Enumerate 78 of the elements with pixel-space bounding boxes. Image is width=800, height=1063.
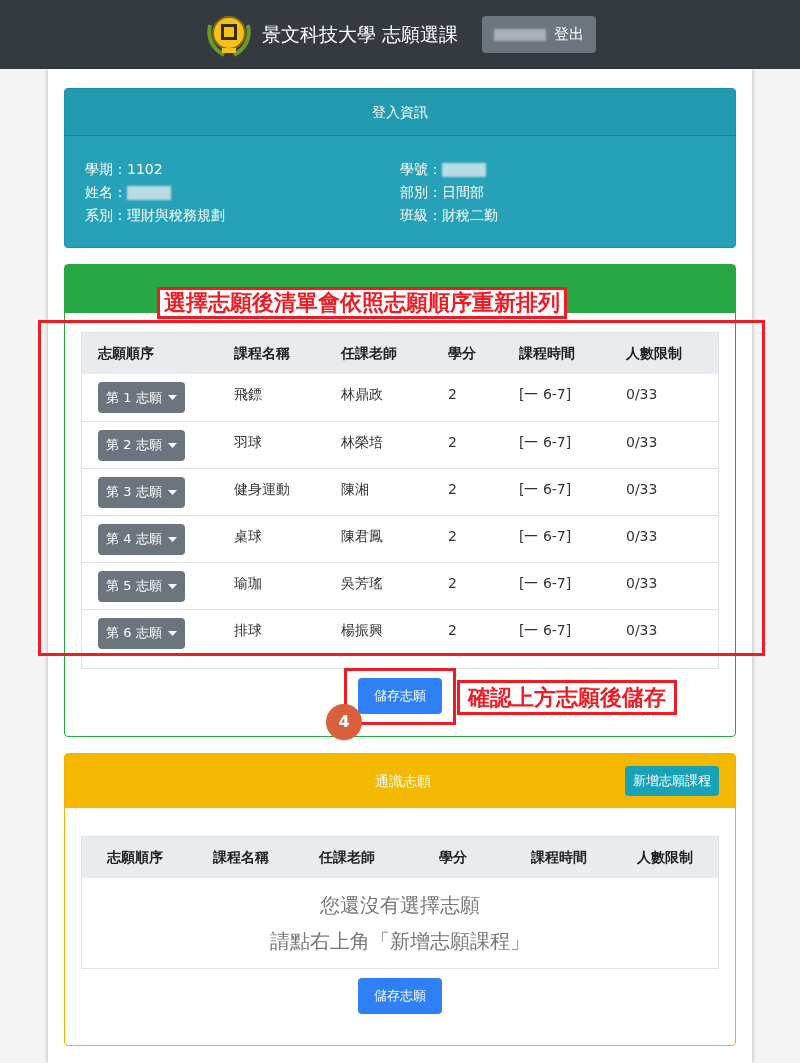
column-header: 志願順序 bbox=[106, 848, 164, 867]
caret-icon bbox=[167, 630, 177, 636]
save-button[interactable]: 儲存志願 bbox=[358, 978, 442, 1014]
column-header: 任課老師 bbox=[341, 344, 398, 363]
table-cell-text: 0/33 bbox=[626, 385, 659, 404]
caret-icon bbox=[167, 536, 177, 542]
column-header: 學分 bbox=[448, 344, 477, 363]
table-cell-text: 瑜珈 bbox=[234, 574, 263, 593]
annotation-label: 確認上方志願後儲存 bbox=[457, 680, 677, 715]
order-dropdown[interactable]: 第 4 志願 bbox=[98, 523, 185, 555]
field-label: 學號： bbox=[400, 160, 442, 179]
column-header: 課程名稱 bbox=[212, 848, 270, 867]
table-cell-text: 楊振興 bbox=[341, 621, 384, 640]
redacted-value bbox=[127, 185, 171, 200]
add-course-button[interactable]: 新增志願課程 bbox=[625, 766, 719, 796]
table-cell-text: 2 bbox=[448, 480, 458, 499]
order-dropdown[interactable]: 第 6 志願 bbox=[98, 617, 185, 649]
field-label: 部別： bbox=[400, 183, 442, 202]
caret-icon bbox=[167, 442, 177, 448]
table-cell-text: 桌球 bbox=[234, 527, 263, 546]
redacted-value bbox=[442, 162, 486, 177]
empty-message: 請點右上角「新增志願課程」 bbox=[270, 928, 530, 955]
table-cell-text: [一 6-7] bbox=[519, 385, 573, 404]
table-cell-text: 0/33 bbox=[626, 527, 659, 546]
card-title: 通識志願 bbox=[375, 771, 431, 791]
order-dropdown[interactable]: 第 1 志願 bbox=[98, 382, 185, 413]
field-value: 理財與稅務規劃 bbox=[127, 206, 225, 225]
annotation-label: 選擇志願後清單會依照志願順序重新排列 bbox=[157, 287, 567, 319]
table-cell-text: 羽球 bbox=[234, 433, 263, 452]
redacted-name bbox=[494, 28, 546, 41]
table-cell-text: [一 6-7] bbox=[519, 574, 573, 593]
field-value: 1102 bbox=[127, 160, 163, 179]
table-cell-text: 0/33 bbox=[626, 621, 659, 640]
caret-icon bbox=[167, 583, 177, 589]
table-cell-text: 2 bbox=[448, 621, 458, 640]
table-cell-text: 2 bbox=[448, 385, 458, 404]
logout-button[interactable]: 登出 bbox=[482, 16, 596, 53]
field-value: 財稅二勤 bbox=[442, 206, 498, 225]
table-cell-text: [一 6-7] bbox=[519, 480, 573, 499]
field-label: 班級： bbox=[400, 206, 442, 225]
table-cell-text: 2 bbox=[448, 574, 458, 593]
table-cell-text: 林榮培 bbox=[341, 433, 384, 452]
table-cell-text: [一 6-7] bbox=[519, 433, 573, 452]
caret-icon bbox=[167, 395, 177, 400]
column-header: 任課老師 bbox=[317, 848, 376, 867]
order-dropdown[interactable]: 第 2 志願 bbox=[98, 429, 185, 461]
column-header: 課程名稱 bbox=[234, 344, 291, 363]
empty-message: 您還沒有選擇志願 bbox=[320, 892, 480, 919]
table-cell-text: 2 bbox=[448, 527, 458, 546]
table-cell-text: 健身運動 bbox=[234, 480, 291, 499]
table-cell-text: 0/33 bbox=[626, 574, 659, 593]
table-cell-text: 陳湘 bbox=[341, 480, 370, 499]
caret-icon bbox=[167, 489, 177, 495]
column-header: 課程時間 bbox=[519, 344, 576, 363]
table-cell-text: 陳君鳳 bbox=[341, 527, 384, 546]
column-header: 學分 bbox=[438, 848, 468, 867]
card-header: 登入資訊 bbox=[65, 89, 735, 136]
order-dropdown[interactable]: 第 5 志願 bbox=[98, 570, 185, 602]
table-cell-text: [一 6-7] bbox=[519, 621, 573, 640]
field-label: 姓名： bbox=[85, 183, 127, 202]
table-cell-text: 吳芳瑤 bbox=[341, 574, 384, 593]
column-header: 人數限制 bbox=[626, 344, 683, 363]
site-title: 景文科技大學 志願選課 bbox=[261, 22, 458, 48]
table-cell-text: 林鼎政 bbox=[341, 385, 384, 404]
table-cell-text: [一 6-7] bbox=[519, 527, 573, 546]
order-dropdown[interactable]: 第 3 志願 bbox=[98, 476, 185, 508]
table-cell-text: 飛鏢 bbox=[234, 385, 263, 404]
table-cell-text: 0/33 bbox=[626, 433, 659, 452]
table-cell-text: 排球 bbox=[234, 621, 263, 640]
column-header: 課程時間 bbox=[530, 848, 588, 867]
field-label: 學期： bbox=[85, 160, 127, 179]
table-cell-text: 0/33 bbox=[626, 480, 659, 499]
field-value: 日間部 bbox=[442, 183, 484, 202]
save-button[interactable]: 儲存志願 bbox=[358, 678, 442, 714]
field-label: 系別： bbox=[85, 206, 127, 225]
column-header: 志願順序 bbox=[98, 344, 155, 363]
table-cell-text: 2 bbox=[448, 433, 458, 452]
column-header: 人數限制 bbox=[636, 848, 694, 867]
